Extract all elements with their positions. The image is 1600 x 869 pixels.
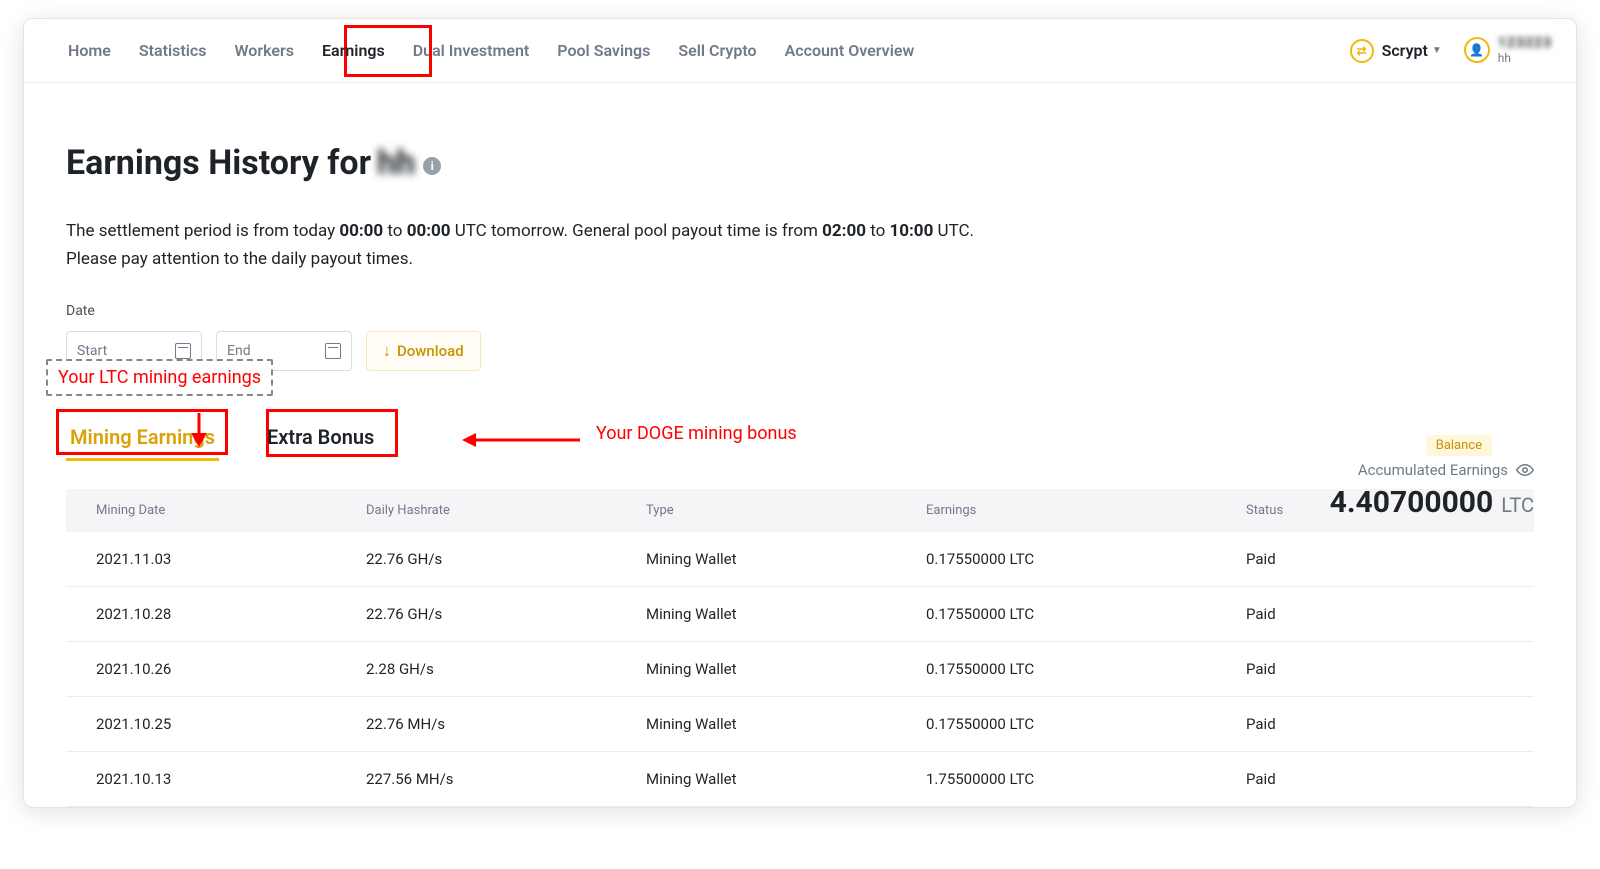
cell-date: 2021.10.26 xyxy=(96,660,366,678)
cell-status: Paid xyxy=(1246,550,1504,568)
annotation-arrow-down xyxy=(188,413,210,451)
nav-pool-savings[interactable]: Pool Savings xyxy=(543,21,664,80)
table-row: 2021.11.0322.76 GH/sMining Wallet0.17550… xyxy=(66,532,1534,587)
earnings-table: Mining Date Daily Hashrate Type Earnings… xyxy=(66,489,1534,807)
eye-icon[interactable] xyxy=(1516,461,1534,479)
cell-hash: 227.56 MH/s xyxy=(366,770,646,788)
settlement-description: The settlement period is from today 00:0… xyxy=(66,217,1246,273)
cell-date: 2021.11.03 xyxy=(96,550,366,568)
cell-status: Paid xyxy=(1246,605,1504,623)
user-id: 123223 xyxy=(1498,36,1552,51)
tab-extra-bonus[interactable]: Extra Bonus xyxy=(263,419,378,453)
download-button[interactable]: ↓ Download xyxy=(366,331,481,371)
table-header: Mining Date Daily Hashrate Type Earnings… xyxy=(66,489,1534,532)
cell-hash: 2.28 GH/s xyxy=(366,660,646,678)
cell-earn: 1.75500000 LTC xyxy=(926,770,1246,788)
cell-earn: 0.17550000 LTC xyxy=(926,715,1246,733)
table-row: 2021.10.2822.76 GH/sMining Wallet0.17550… xyxy=(66,587,1534,642)
cell-earn: 0.17550000 LTC xyxy=(926,605,1246,623)
cell-status: Paid xyxy=(1246,770,1504,788)
swap-icon: ⇄ xyxy=(1350,39,1374,63)
th-daily-hashrate: Daily Hashrate xyxy=(366,503,646,518)
accumulated-earnings-value: 4.40700000 LTC xyxy=(1330,485,1534,520)
cell-hash: 22.76 GH/s xyxy=(366,605,646,623)
table-row: 2021.10.13227.56 MH/sMining Wallet1.7550… xyxy=(66,752,1534,807)
table-row: 2021.10.262.28 GH/sMining Wallet0.175500… xyxy=(66,642,1534,697)
algorithm-selector[interactable]: ⇄ Scrypt ▼ xyxy=(1350,39,1464,63)
calendar-icon xyxy=(325,343,341,359)
nav-statistics[interactable]: Statistics xyxy=(125,21,221,80)
date-start-placeholder: Start xyxy=(77,343,107,359)
nav-sell-crypto[interactable]: Sell Crypto xyxy=(664,21,770,80)
cell-type: Mining Wallet xyxy=(646,770,926,788)
date-end-placeholder: End xyxy=(227,343,251,359)
cell-type: Mining Wallet xyxy=(646,660,926,678)
chevron-down-icon: ▼ xyxy=(1432,45,1442,56)
nav-home[interactable]: Home xyxy=(54,21,125,80)
cell-type: Mining Wallet xyxy=(646,715,926,733)
date-label: Date xyxy=(66,303,1534,319)
user-avatar-icon: 👤 xyxy=(1464,37,1490,63)
cell-date: 2021.10.28 xyxy=(96,605,366,623)
cell-hash: 22.76 GH/s xyxy=(366,550,646,568)
cell-hash: 22.76 MH/s xyxy=(366,715,646,733)
nav-earnings[interactable]: Earnings xyxy=(308,21,399,80)
cell-type: Mining Wallet xyxy=(646,605,926,623)
user-menu[interactable]: 👤 123223 hh xyxy=(1464,36,1552,65)
nav-workers[interactable]: Workers xyxy=(220,21,308,80)
accumulated-earnings-label-row: Accumulated Earnings xyxy=(1358,461,1534,479)
algorithm-label: Scrypt xyxy=(1382,41,1428,60)
cell-earn: 0.17550000 LTC xyxy=(926,550,1246,568)
earnings-tabs: Mining Earnings Extra Bonus Your DOGE mi… xyxy=(66,419,1534,453)
cell-earn: 0.17550000 LTC xyxy=(926,660,1246,678)
page-title-user: hh xyxy=(377,143,415,183)
user-sub: hh xyxy=(1498,52,1552,65)
cell-date: 2021.10.25 xyxy=(96,715,366,733)
download-label: Download xyxy=(397,342,464,360)
annotation-doge-text: Your DOGE mining bonus xyxy=(596,423,797,444)
info-icon[interactable]: i xyxy=(423,157,441,175)
main-content: Earnings History for hh i The settlement… xyxy=(24,83,1576,807)
page-title-prefix: Earnings History for xyxy=(66,143,371,183)
cell-type: Mining Wallet xyxy=(646,550,926,568)
annotation-arrow-left xyxy=(462,429,582,451)
cell-status: Paid xyxy=(1246,660,1504,678)
top-nav: Home Statistics Workers Earnings Dual In… xyxy=(24,19,1576,83)
accumulated-earnings-label: Accumulated Earnings xyxy=(1358,461,1508,479)
download-icon: ↓ xyxy=(383,341,391,361)
table-row: 2021.10.2522.76 MH/sMining Wallet0.17550… xyxy=(66,697,1534,752)
annotation-ltc-box: Your LTC mining earnings xyxy=(46,359,273,396)
cell-status: Paid xyxy=(1246,715,1504,733)
th-earnings: Earnings xyxy=(926,503,1246,518)
page-title: Earnings History for hh i xyxy=(66,143,1534,183)
calendar-icon xyxy=(175,343,191,359)
th-type: Type xyxy=(646,503,926,518)
nav-account-overview[interactable]: Account Overview xyxy=(771,21,929,80)
nav-dual-investment[interactable]: Dual Investment xyxy=(399,21,544,80)
th-mining-date: Mining Date xyxy=(96,503,366,518)
cell-date: 2021.10.13 xyxy=(96,770,366,788)
